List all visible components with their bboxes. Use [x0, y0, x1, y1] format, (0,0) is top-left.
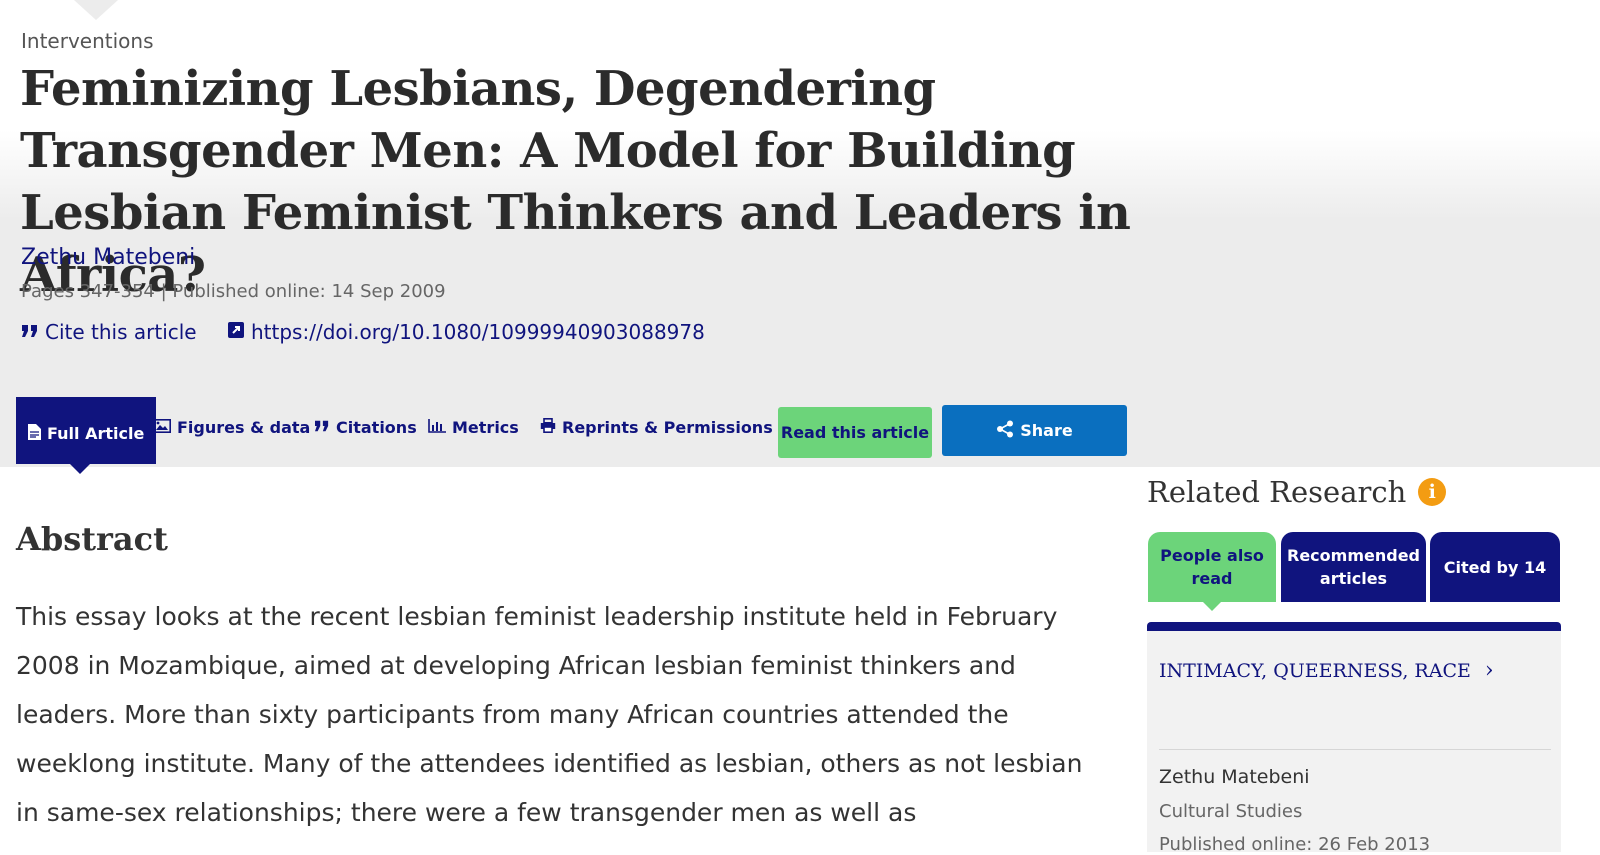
- quote-icon: [314, 419, 330, 437]
- divider: [1159, 749, 1551, 750]
- share-button[interactable]: Share: [942, 405, 1127, 456]
- image-icon: [153, 418, 171, 437]
- tab-metrics-label: Metrics: [452, 418, 519, 437]
- share-label: Share: [1020, 421, 1073, 440]
- abstract-heading: Abstract: [16, 520, 168, 558]
- tab-recommended-articles[interactable]: Recommended articles: [1281, 532, 1426, 602]
- article-title: Feminizing Lesbians, Degendering Transge…: [20, 61, 1131, 303]
- read-article-button[interactable]: Read this article: [778, 407, 932, 458]
- document-icon: [28, 423, 41, 444]
- share-icon: [996, 420, 1014, 442]
- tab-reprints-permissions[interactable]: Reprints & Permissions: [540, 398, 773, 457]
- doi-link[interactable]: https://doi.org/10.1080/1099994090308897…: [227, 320, 705, 344]
- tab-cited-by[interactable]: Cited by 14: [1430, 532, 1560, 602]
- related-article-title: INTIMACY, QUEERNESS, RACE: [1159, 659, 1471, 682]
- tab-figures-data[interactable]: Figures & data: [153, 398, 310, 457]
- related-article-author: Zethu Matebeni: [1159, 766, 1310, 788]
- info-icon[interactable]: i: [1418, 478, 1447, 506]
- abstract-text: This essay looks at the recent lesbian f…: [16, 602, 1083, 827]
- chevron-right-icon: ›: [1484, 658, 1494, 683]
- cite-label: Cite this article: [45, 320, 197, 344]
- header-notch: [74, 0, 118, 20]
- quote-icon: [21, 320, 39, 344]
- related-article-panel: INTIMACY, QUEERNESS, RACE › Zethu Matebe…: [1147, 622, 1561, 855]
- cite-article-link[interactable]: Cite this article: [21, 320, 197, 344]
- related-article-title-link[interactable]: INTIMACY, QUEERNESS, RACE ›: [1159, 658, 1494, 683]
- printer-icon: [540, 418, 556, 437]
- tab-people-also-read[interactable]: People also read: [1148, 532, 1276, 611]
- external-link-icon: [227, 320, 245, 344]
- doi-text: https://doi.org/10.1080/1099994090308897…: [251, 320, 705, 344]
- tab-figures-label: Figures & data: [177, 418, 311, 437]
- article-section: Interventions: [21, 29, 154, 53]
- related-research-heading: Related Research i: [1147, 475, 1447, 509]
- author-link[interactable]: Zethu Matebeni: [21, 245, 195, 270]
- tab-citations-label: Citations: [336, 418, 417, 437]
- tab-citations[interactable]: Citations: [314, 398, 417, 457]
- tab-full-article[interactable]: Full Article: [16, 397, 157, 474]
- article-meta: Pages 347-354 | Published online: 14 Sep…: [21, 281, 446, 302]
- related-research-title: Related Research: [1147, 475, 1407, 509]
- tab-reprints-label: Reprints & Permissions: [562, 418, 773, 437]
- tab-full-article-label: Full Article: [47, 424, 145, 443]
- bar-chart-icon: [428, 418, 446, 437]
- tab-metrics[interactable]: Metrics: [428, 398, 519, 457]
- related-article-date: Published online: 26 Feb 2013: [1159, 834, 1431, 855]
- related-article-journal: Cultural Studies: [1159, 801, 1303, 822]
